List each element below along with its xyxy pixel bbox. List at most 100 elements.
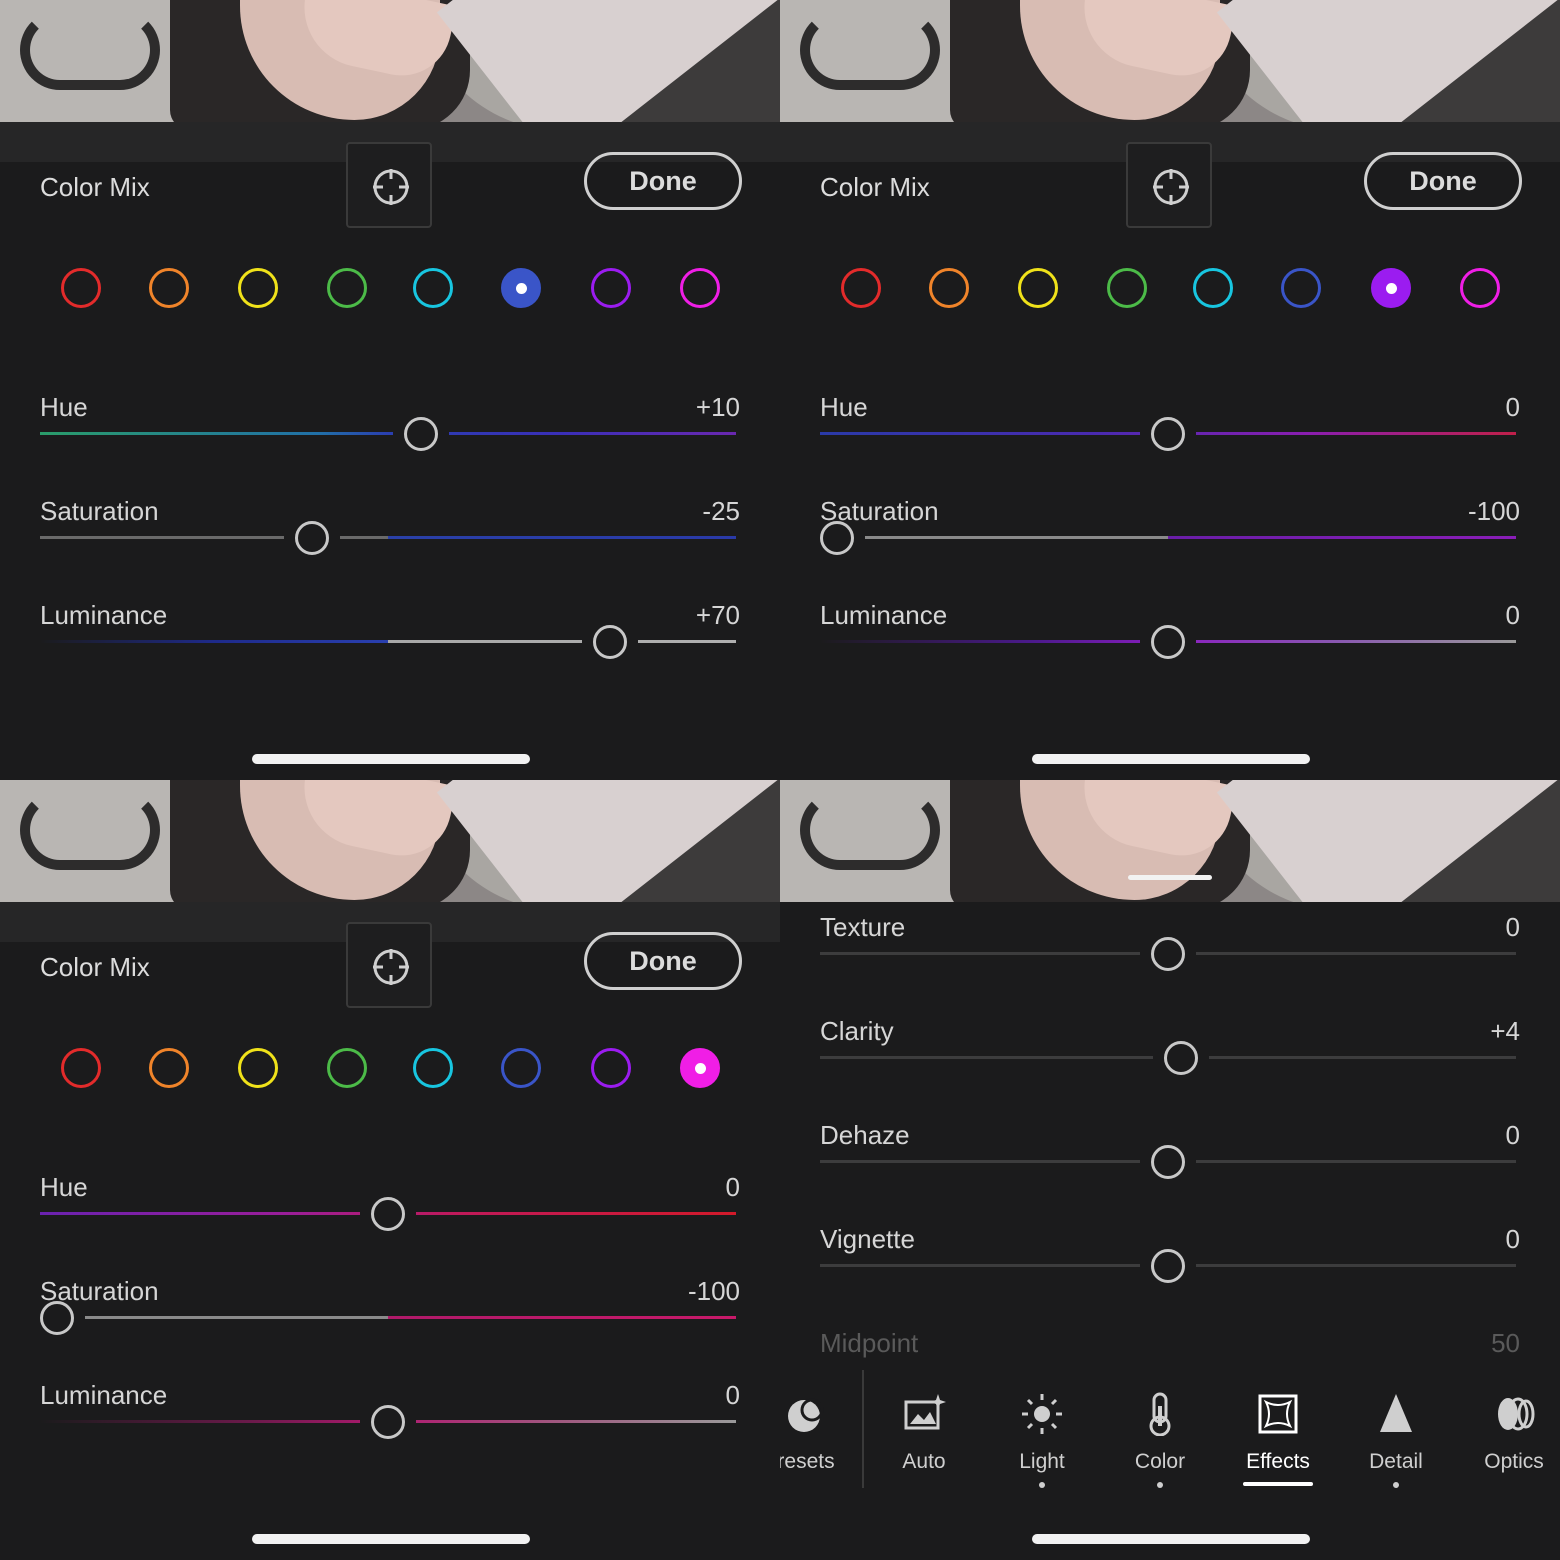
presets-icon: [784, 1392, 828, 1436]
swatch-aqua[interactable]: [413, 268, 453, 308]
slider-knob[interactable]: [592, 625, 627, 659]
slider-knob[interactable]: [40, 1301, 74, 1335]
swatch-orange[interactable]: [149, 268, 189, 308]
targeted-adjustment-button[interactable]: [1126, 142, 1212, 228]
slider-label: Hue: [40, 1172, 88, 1202]
photo-preview: [0, 780, 780, 902]
slider-value: 0: [1505, 1224, 1520, 1254]
done-button[interactable]: Done: [584, 152, 742, 210]
slider-knob[interactable]: [1151, 1145, 1185, 1179]
slider-knob[interactable]: [404, 417, 439, 451]
color-swatch-row: [780, 268, 1560, 312]
swatch-yellow[interactable]: [238, 268, 278, 308]
toolbar-effects[interactable]: Effects: [1228, 1392, 1328, 1486]
slider-value: -25: [702, 496, 740, 526]
targeted-adjustment-button[interactable]: [346, 922, 432, 1008]
toolbar-color[interactable]: Color: [1110, 1392, 1210, 1488]
has-edits-dot: [1393, 1482, 1399, 1488]
slider-knob[interactable]: [1151, 937, 1185, 971]
swatch-purple[interactable]: [1371, 268, 1411, 308]
slider-knob[interactable]: [820, 521, 854, 555]
done-button[interactable]: Done: [1364, 152, 1522, 210]
photo-strap: [800, 790, 940, 870]
slider-track[interactable]: [40, 1316, 736, 1319]
slider-track[interactable]: [820, 536, 1516, 539]
swatch-red[interactable]: [61, 1048, 101, 1088]
slider-label: Texture: [820, 912, 906, 942]
swatch-aqua[interactable]: [413, 1048, 453, 1088]
targeted-adjustment-button[interactable]: [346, 142, 432, 228]
swatch-magenta[interactable]: [680, 1048, 720, 1088]
slider-value: +70: [695, 600, 740, 630]
swatch-aqua[interactable]: [1193, 268, 1233, 308]
toolbar-label: Color: [1134, 1450, 1186, 1473]
swatch-yellow[interactable]: [1018, 268, 1058, 308]
slider-track[interactable]: [40, 536, 736, 539]
swatch-red[interactable]: [61, 268, 101, 308]
slider-label: Dehaze: [820, 1120, 910, 1150]
toolbar-optics[interactable]: Optics: [1464, 1392, 1560, 1474]
panel-title: Color Mix: [40, 172, 150, 202]
slider-track[interactable]: [40, 432, 736, 435]
swatch-green[interactable]: [327, 1048, 367, 1088]
swatch-blue[interactable]: [501, 1048, 541, 1088]
swatch-blue[interactable]: [1281, 268, 1321, 308]
detail-icon: [1374, 1392, 1418, 1436]
swatch-green[interactable]: [327, 268, 367, 308]
color-mix-sheet: Color Mix Done Hue 0 Saturation -100 Luminance…: [780, 122, 1560, 780]
photo-strap: [800, 10, 940, 90]
toolbar-light[interactable]: Light: [992, 1392, 1092, 1488]
toolbar-divider: [862, 1370, 864, 1488]
selected-indicator: [694, 1062, 706, 1074]
swatch-purple[interactable]: [591, 268, 631, 308]
swatch-green[interactable]: [1107, 268, 1147, 308]
slider-knob[interactable]: [1151, 1249, 1185, 1283]
swatch-magenta[interactable]: [1460, 268, 1500, 308]
slider-value: -100: [1467, 496, 1520, 526]
toolbar-label: Auto: [902, 1450, 946, 1473]
toolbar-auto[interactable]: Auto: [874, 1392, 974, 1474]
slider-value: +10: [695, 392, 740, 422]
color-mix-sheet: Color Mix Done Hue 0 Saturation -100 Luminance…: [0, 902, 780, 1560]
toolbar-label: Effects: [1246, 1450, 1310, 1473]
swatch-orange[interactable]: [149, 1048, 189, 1088]
slider-knob[interactable]: [371, 1197, 405, 1231]
toolbar-resets[interactable]: resets: [780, 1392, 856, 1474]
done-button[interactable]: Done: [584, 932, 742, 990]
toolbar-label: Detail: [1369, 1450, 1423, 1473]
auto-icon: [902, 1392, 946, 1436]
toolbar-detail[interactable]: Detail: [1346, 1392, 1446, 1488]
home-indicator: [1032, 754, 1310, 764]
toolbar-label: Optics: [1484, 1450, 1544, 1473]
color-mix-panel-magenta: Color Mix Done Hue 0 Saturation -100 Luminance…: [0, 780, 780, 1560]
slider-value: +4: [1490, 1016, 1520, 1046]
slider-label: Clarity: [820, 1016, 894, 1046]
photo-strap: [20, 790, 160, 870]
slider-value: 0: [725, 1172, 740, 1202]
effects-icon: [1256, 1392, 1300, 1436]
sheet-grab-handle[interactable]: [1128, 875, 1212, 880]
slider-value: -100: [687, 1276, 740, 1306]
swatch-blue[interactable]: [501, 268, 541, 308]
slider-knob[interactable]: [1151, 625, 1185, 659]
slider-value: 0: [1505, 1120, 1520, 1150]
swatch-red[interactable]: [841, 268, 881, 308]
swatch-orange[interactable]: [929, 268, 969, 308]
has-edits-dot: [1039, 1482, 1045, 1488]
swatch-purple[interactable]: [591, 1048, 631, 1088]
swatch-yellow[interactable]: [238, 1048, 278, 1088]
slider-knob[interactable]: [294, 521, 329, 555]
selected-indicator: [515, 282, 527, 294]
swatch-magenta[interactable]: [680, 268, 720, 308]
slider-value: 0: [1505, 600, 1520, 630]
panel-title: Color Mix: [40, 952, 150, 982]
slider-label: Luminance: [40, 600, 168, 630]
slider-knob[interactable]: [371, 1405, 405, 1439]
home-indicator: [1032, 1534, 1310, 1544]
slider-label: Hue: [40, 392, 88, 422]
light-icon: [1020, 1392, 1064, 1436]
slider-value: 0: [1505, 912, 1520, 942]
slider-knob[interactable]: [1164, 1041, 1199, 1075]
slider-knob[interactable]: [1151, 417, 1185, 451]
effects-panel: Texture 0 Clarity +4 Dehaze 0 Vignette 0 Midpoin…: [780, 780, 1560, 1560]
